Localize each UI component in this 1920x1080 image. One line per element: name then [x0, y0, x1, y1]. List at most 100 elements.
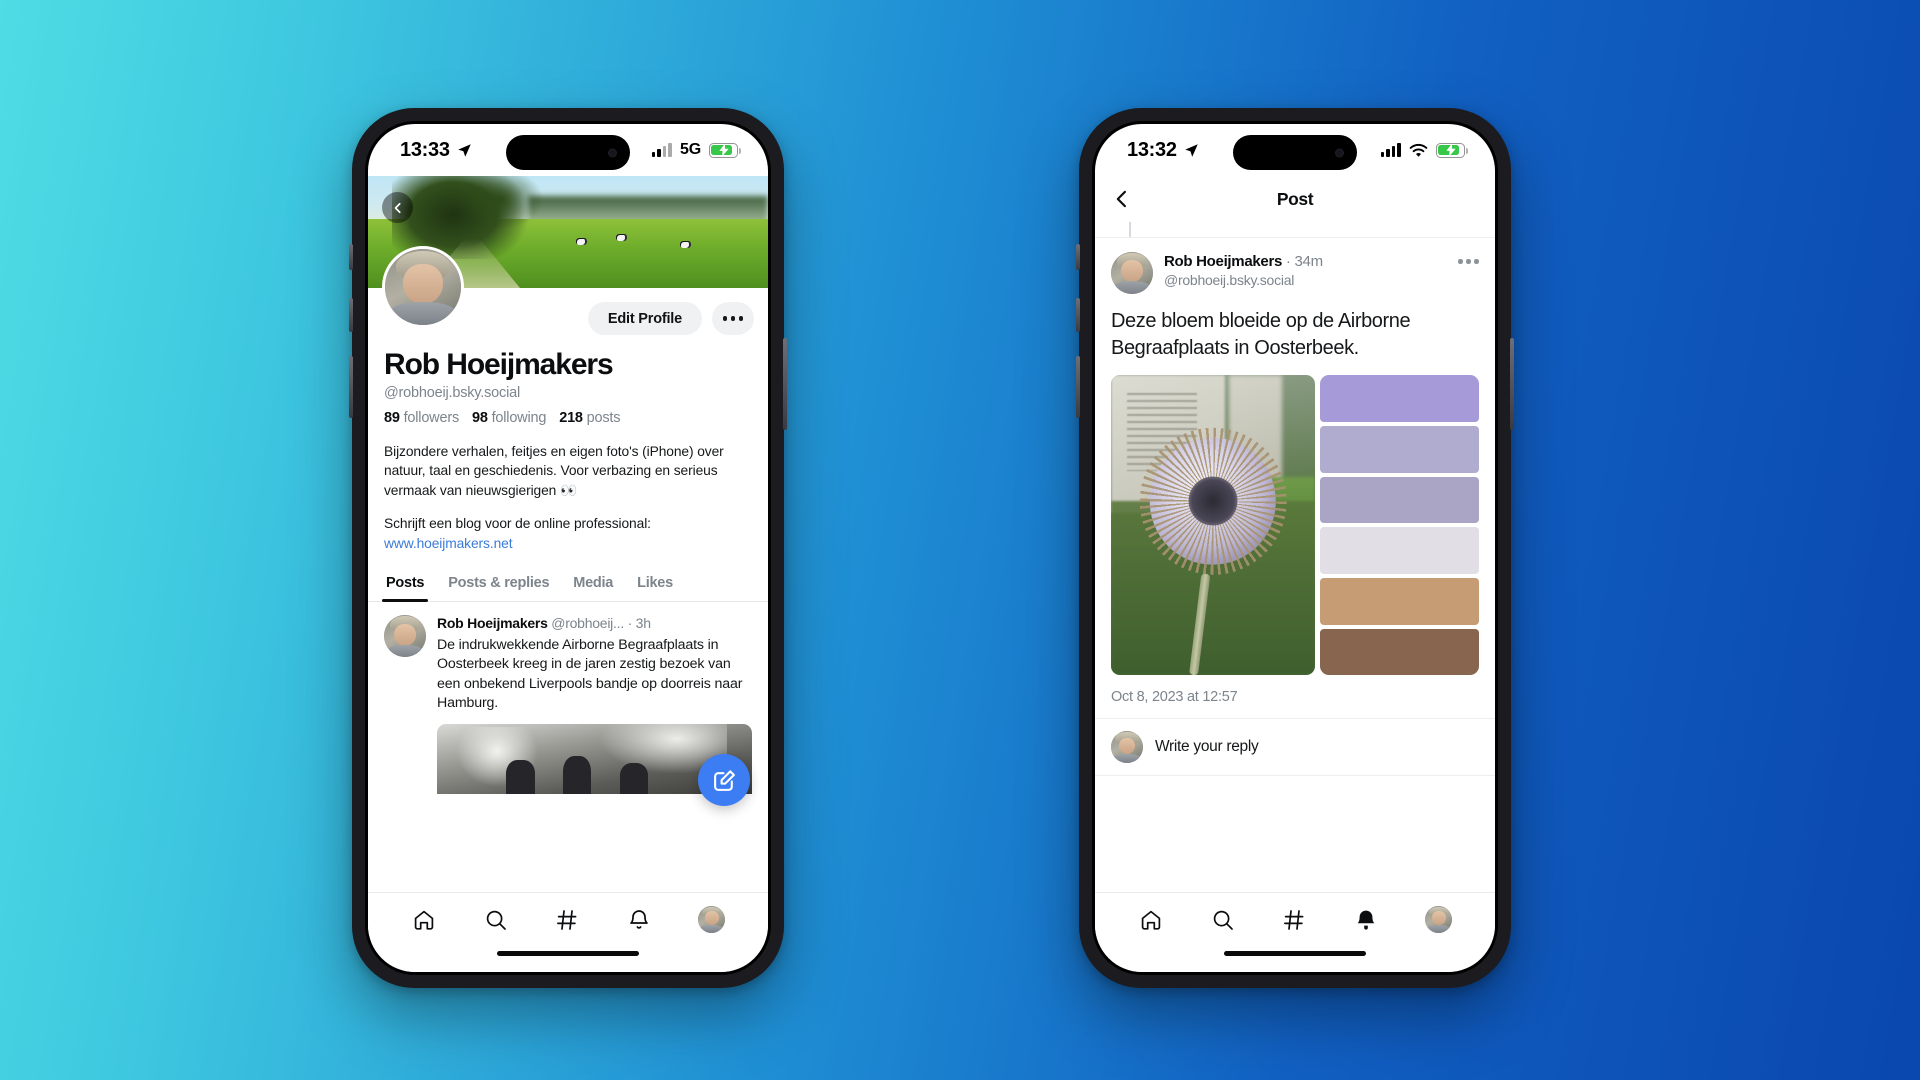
stat-following[interactable]: 98 following: [472, 410, 546, 426]
location-arrow-icon: [1184, 143, 1198, 157]
bottom-tab-bar-right: [1095, 892, 1495, 946]
back-button[interactable]: [382, 192, 413, 223]
post-author-meta: Rob Hoeijmakers · 34m @robhoeij.bsky.soc…: [1164, 252, 1447, 290]
tabbar-feeds-button[interactable]: [1281, 907, 1307, 933]
stat-posts-label: posts: [586, 409, 621, 426]
color-swatch-4[interactable]: [1320, 527, 1479, 574]
avatar-face: [394, 623, 416, 646]
tab-posts[interactable]: Posts: [374, 567, 436, 603]
tabbar-search-button[interactable]: [1210, 907, 1236, 933]
feed-post-avatar[interactable]: [384, 615, 426, 658]
post-author-avatar[interactable]: [1111, 252, 1153, 294]
stat-followers-label: followers: [403, 409, 460, 426]
home-indicator-left[interactable]: [368, 946, 768, 972]
profile-actions: Edit Profile: [587, 302, 754, 335]
cellular-signal-icon: [651, 143, 673, 157]
tabbar-profile-avatar[interactable]: [698, 906, 726, 933]
post-color-swatches: [1320, 375, 1479, 676]
status-right-group: [1380, 142, 1468, 158]
post-more-button[interactable]: [1458, 252, 1479, 264]
home-indicator-bar: [497, 951, 639, 956]
profile-more-button[interactable]: [712, 302, 754, 335]
tabbar-notifications-button[interactable]: [626, 907, 652, 933]
tabbar-home-button[interactable]: [1138, 907, 1164, 933]
charging-bolt-icon: [718, 143, 729, 157]
color-swatch-1[interactable]: [1320, 375, 1479, 422]
edit-profile-button[interactable]: Edit Profile: [587, 302, 702, 335]
avatar-shirt: [1426, 924, 1451, 933]
tabbar-profile-avatar[interactable]: [1425, 906, 1453, 933]
profile-avatar-large[interactable]: [382, 246, 464, 328]
phone-device-left: 13:33 5G Edit Profile Rob Hoeijmakers @r…: [349, 108, 787, 988]
color-swatch-2[interactable]: [1320, 425, 1479, 473]
post-relative-time: 34m: [1294, 253, 1324, 270]
color-swatch-6[interactable]: [1320, 628, 1479, 676]
phone-screen-left: 13:33 5G Edit Profile Rob Hoeijmakers @r…: [368, 124, 768, 972]
bio-paragraph-2: Schrijft een blog voor de online profess…: [384, 514, 752, 553]
status-left-group: 13:32: [1127, 139, 1199, 162]
post-author-handle: @robhoeij.bsky.social: [1164, 272, 1295, 289]
banner-cow: [576, 237, 587, 245]
mute-switch[interactable]: [1076, 244, 1080, 270]
tab-likes[interactable]: Likes: [625, 567, 685, 601]
post-navbar: Post: [1095, 176, 1495, 222]
wifi-icon: [1409, 143, 1428, 157]
banner-cow: [680, 240, 691, 248]
more-dot: [1474, 259, 1479, 264]
tabbar-home-button[interactable]: [411, 907, 437, 933]
reply-avatar: [1111, 731, 1143, 764]
dynamic-island: [1233, 135, 1357, 170]
avatar-shirt: [1112, 753, 1142, 764]
profile-handle: @robhoeij.bsky.social: [384, 384, 520, 401]
banner-tree-secondary: [456, 176, 544, 230]
color-swatch-5[interactable]: [1320, 577, 1479, 625]
avatar-shirt: [386, 644, 424, 658]
stat-followers-count: 89: [384, 409, 400, 426]
stat-followers[interactable]: 89 followers: [384, 410, 459, 426]
stat-following-count: 98: [472, 409, 488, 426]
more-dot: [738, 316, 744, 321]
avatar-shirt: [699, 924, 724, 933]
power-button[interactable]: [783, 338, 787, 430]
more-dot: [730, 316, 736, 321]
tab-media[interactable]: Media: [561, 567, 625, 601]
reply-input[interactable]: Write your reply: [1155, 738, 1259, 756]
power-button[interactable]: [1510, 338, 1514, 430]
status-left-group: 13:33: [400, 139, 472, 162]
mute-switch[interactable]: [349, 244, 353, 270]
search-icon: [1213, 910, 1233, 930]
home-icon: [1141, 910, 1161, 930]
cellular-signal-icon: [1380, 143, 1401, 157]
post-author-name-line: Rob Hoeijmakers · 34m: [1164, 252, 1447, 271]
feed-post-separator: ·: [627, 615, 633, 632]
profile-info: Rob Hoeijmakers @robhoeij.bsky.social 89…: [368, 346, 768, 426]
feed-post-author: Rob Hoeijmakers: [437, 615, 548, 632]
tabbar-search-button[interactable]: [483, 907, 509, 933]
post-author-name: Rob Hoeijmakers: [1164, 253, 1283, 270]
reply-composer[interactable]: Write your reply: [1095, 719, 1495, 777]
post-photo-flower[interactable]: [1111, 375, 1315, 676]
phone-screen-right: 13:32 Post Rob Hoeijmakers · 34m @robhoe…: [1095, 124, 1495, 972]
bio-website-link[interactable]: www.hoeijmakers.net: [384, 536, 513, 551]
bottom-tab-bar-left: [368, 892, 768, 946]
tabbar-feeds-button[interactable]: [554, 907, 580, 933]
front-camera-icon: [1335, 148, 1344, 157]
feed-post-handle: @robhoeij...: [551, 615, 624, 632]
home-indicator-bar: [1224, 951, 1366, 956]
network-type-label: 5G: [680, 141, 701, 158]
search-icon: [486, 910, 506, 930]
bell-icon: [1357, 910, 1375, 930]
battery-icon: [709, 142, 741, 158]
stat-posts-count: 218: [559, 409, 583, 426]
avatar-face: [403, 264, 443, 304]
feed-post-header: Rob Hoeijmakers @robhoeij... · 3h: [437, 615, 752, 633]
more-dot: [722, 316, 728, 321]
home-indicator-right[interactable]: [1095, 946, 1495, 972]
bio-paragraph-1: Bijzondere verhalen, feitjes en eigen fo…: [384, 443, 724, 498]
tabbar-notifications-button[interactable]: [1353, 907, 1379, 933]
dynamic-island: [506, 135, 630, 170]
color-swatch-3[interactable]: [1320, 476, 1479, 524]
tab-posts-replies[interactable]: Posts & replies: [436, 567, 561, 601]
compose-post-button[interactable]: [698, 754, 750, 806]
profile-stats: 89 followers 98 following 218 posts: [384, 410, 752, 426]
